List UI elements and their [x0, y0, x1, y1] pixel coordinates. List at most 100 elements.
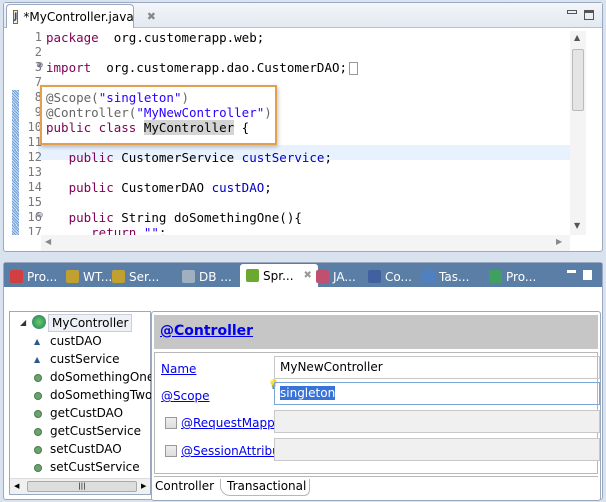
view-tab-bar: Pro... WT... Ser... DB ... Spr... ✖ JA... Co...… — [4, 263, 602, 287]
tab-label: DB ... — [199, 269, 232, 284]
tree-item[interactable]: getCustService — [50, 424, 141, 438]
scope-link[interactable]: @Scope — [161, 389, 210, 403]
scroll-thumb[interactable] — [572, 49, 584, 111]
editor-tab[interactable]: J *MyController.java ✖ — [6, 4, 156, 28]
view-tab[interactable]: JA... — [316, 266, 356, 287]
line-number: 13 — [27, 165, 42, 179]
database-icon — [182, 270, 195, 283]
minimize-button[interactable] — [567, 10, 577, 14]
vertical-scrollbar[interactable]: ▲ ▼ — [570, 31, 586, 235]
name-field[interactable]: MyNewController — [274, 356, 600, 379]
method-icon — [34, 392, 42, 400]
scroll-left-icon[interactable]: ◀ — [45, 237, 51, 246]
view-tab[interactable]: WT... — [66, 266, 112, 287]
expand-arrow-icon[interactable]: ◢ — [20, 318, 26, 327]
line-number: 10 — [27, 120, 42, 134]
horizontal-scrollbar[interactable]: ◀ ▶ — [41, 235, 570, 251]
code-token: ; — [264, 180, 272, 195]
annotation-details: @Controller Name MyNewController @Scope … — [151, 311, 601, 501]
view-tab[interactable]: Tas... — [422, 266, 469, 287]
editor-tab-bar: J *MyController.java ✖ — [4, 3, 602, 28]
tree-horizontal-scrollbar[interactable]: ◀ ||| ▶ — [10, 478, 150, 494]
code-token: custService — [241, 150, 325, 165]
line-number: 2 — [34, 45, 42, 59]
session-attributes-checkbox[interactable] — [165, 445, 177, 457]
code-token: custDAO — [211, 180, 265, 195]
tree-item[interactable]: custService — [50, 352, 120, 366]
view-tab[interactable]: Spr... ✖ — [240, 264, 318, 287]
code-token: String doSomethingOne(){ — [113, 210, 302, 225]
scroll-down-icon[interactable]: ▼ — [574, 221, 580, 230]
line-number: 12 — [27, 150, 42, 164]
tree-item[interactable]: custDAO — [50, 334, 102, 348]
scroll-left-icon[interactable]: ◀ — [14, 482, 19, 490]
request-mapping-checkbox[interactable] — [165, 417, 177, 429]
tree-root[interactable]: MyController — [48, 314, 133, 332]
view-tab[interactable]: DB ... — [182, 266, 232, 287]
details-form: Name MyNewController @Scope 💡 singleton … — [154, 352, 600, 474]
scroll-thumb[interactable]: ||| — [27, 481, 137, 492]
servers-icon — [112, 270, 125, 283]
view-tab[interactable]: Co... — [368, 266, 412, 287]
maximize-button[interactable] — [583, 270, 592, 280]
method-icon — [34, 410, 42, 418]
folded-block-icon[interactable] — [349, 62, 359, 75]
jaxws-icon — [316, 270, 329, 283]
code-token: ; — [158, 225, 167, 235]
session-attributes-field — [274, 438, 600, 461]
tree-item[interactable]: doSomethingTwo — [50, 388, 152, 402]
field-icon: ▲ — [34, 355, 41, 364]
tree-item[interactable]: setCustDAO — [50, 442, 122, 456]
tab-label: Ser... — [129, 269, 160, 284]
line-number: 7 — [34, 75, 42, 89]
tree-item[interactable]: getCustDAO — [50, 406, 123, 420]
tab-label: Pro... — [27, 269, 58, 284]
java-editor: J *MyController.java ✖ 1 package org.cust… — [3, 2, 603, 252]
scroll-up-icon[interactable]: ▲ — [574, 33, 580, 42]
servers-icon — [66, 270, 79, 283]
line-number: 17 — [27, 225, 42, 235]
maximize-button[interactable] — [584, 10, 594, 20]
request-mapping-field — [274, 410, 600, 433]
close-icon[interactable]: ✖ — [304, 270, 312, 281]
outline-tree[interactable]: ◢ MyController ◀ ||| ▶ ▲ custDAO ▲ custServ… — [9, 311, 154, 495]
name-link[interactable]: Name — [161, 362, 196, 376]
tab-label: *MyController.java — [23, 9, 134, 24]
tab-label: Co... — [385, 269, 412, 284]
method-icon — [34, 446, 42, 454]
details-header: @Controller — [154, 315, 598, 349]
method-icon — [34, 464, 42, 472]
tree-item[interactable]: setCustService — [50, 460, 140, 474]
line-number: 15 — [27, 195, 42, 209]
subtab-controller[interactable]: Controller — [155, 479, 214, 493]
minimize-button[interactable] — [567, 270, 576, 273]
scroll-right-icon[interactable]: ▶ — [556, 237, 562, 246]
code-token: return — [91, 225, 137, 235]
scroll-right-icon[interactable]: ▶ — [141, 482, 146, 490]
tree-item[interactable]: doSomethingOne — [50, 370, 154, 384]
code-token: CustomerService — [113, 150, 242, 165]
fold-collapse-icon[interactable]: ⊖ — [37, 210, 43, 221]
code-token: org.customerapp.web; — [98, 30, 265, 45]
close-icon[interactable]: ✖ — [147, 10, 156, 23]
line-number: 8 — [34, 90, 42, 104]
tasks-icon — [422, 270, 435, 283]
view-tab[interactable]: Pro... — [489, 266, 536, 287]
view-tab[interactable]: Ser... — [112, 266, 159, 287]
view-tab[interactable]: Pro... — [10, 266, 57, 287]
fold-expand-icon[interactable]: ⊕ — [37, 60, 43, 71]
subtab-transactional[interactable]: Transactional — [220, 479, 311, 496]
highlight-box — [40, 85, 277, 145]
code-token: CustomerDAO — [113, 180, 212, 195]
code-line: public String doSomethingOne(){⊖ — [37, 210, 302, 225]
code-token: "" — [136, 225, 159, 235]
controller-link[interactable]: @Controller — [160, 323, 253, 339]
scope-field[interactable]: singleton — [274, 382, 600, 405]
code-line: public CustomerService custService; — [46, 150, 332, 165]
tab-label: Pro... — [506, 269, 537, 284]
details-subtabs: Controller Transactional — [154, 476, 598, 498]
